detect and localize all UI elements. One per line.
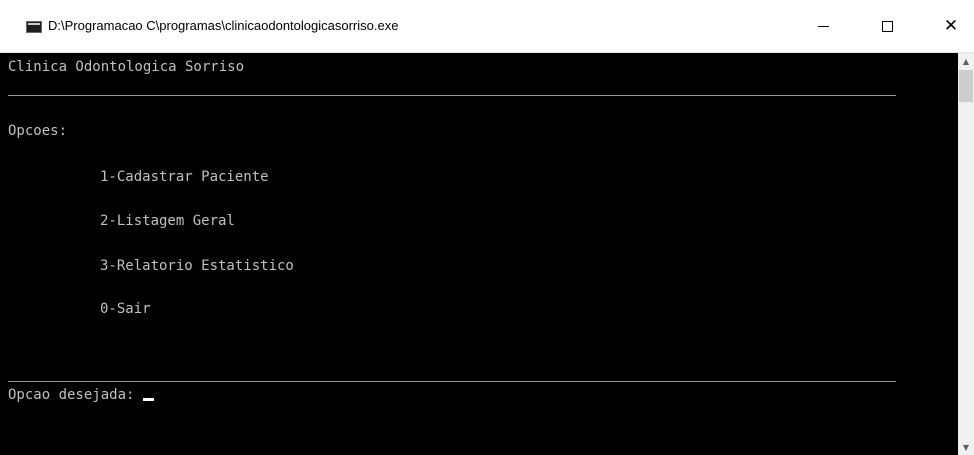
menu-option-0: 0-Sair xyxy=(100,301,151,317)
options-label: Opcoes: xyxy=(8,123,68,139)
close-button[interactable]: ✕ xyxy=(928,0,974,53)
input-prompt: Opcao desejada: xyxy=(8,387,143,403)
maximize-button[interactable] xyxy=(864,0,910,53)
minimize-icon xyxy=(817,26,829,27)
title-bar[interactable]: D:\Programacao C\programas\clinicaodonto… xyxy=(0,0,974,53)
footer-divider xyxy=(8,381,896,382)
scroll-up-arrow-icon[interactable]: ▲ xyxy=(958,53,974,69)
scroll-thumb[interactable] xyxy=(959,70,973,102)
app-header: Clinica Odontologica Sorriso xyxy=(8,59,245,75)
close-icon: ✕ xyxy=(943,16,959,36)
console-output[interactable]: Clinica Odontologica Sorriso Opcoes: 1-C… xyxy=(0,53,958,455)
input-prompt-line[interactable]: Opcao desejada: xyxy=(8,387,154,403)
header-divider xyxy=(8,95,896,96)
scroll-down-arrow-icon[interactable]: ▼ xyxy=(958,439,974,455)
vertical-scrollbar[interactable]: ▲ ▼ xyxy=(958,53,974,455)
window-title: D:\Programacao C\programas\clinicaodonto… xyxy=(48,18,399,33)
console-app-icon[interactable] xyxy=(26,21,42,33)
console-window: D:\Programacao C\programas\clinicaodonto… xyxy=(0,0,974,455)
text-cursor xyxy=(142,398,154,401)
menu-option-3: 3-Relatorio Estatistico xyxy=(100,258,294,274)
menu-option-1: 1-Cadastrar Paciente xyxy=(100,169,269,185)
minimize-button[interactable] xyxy=(800,0,846,53)
maximize-icon xyxy=(881,21,893,32)
menu-option-2: 2-Listagem Geral xyxy=(100,213,235,229)
